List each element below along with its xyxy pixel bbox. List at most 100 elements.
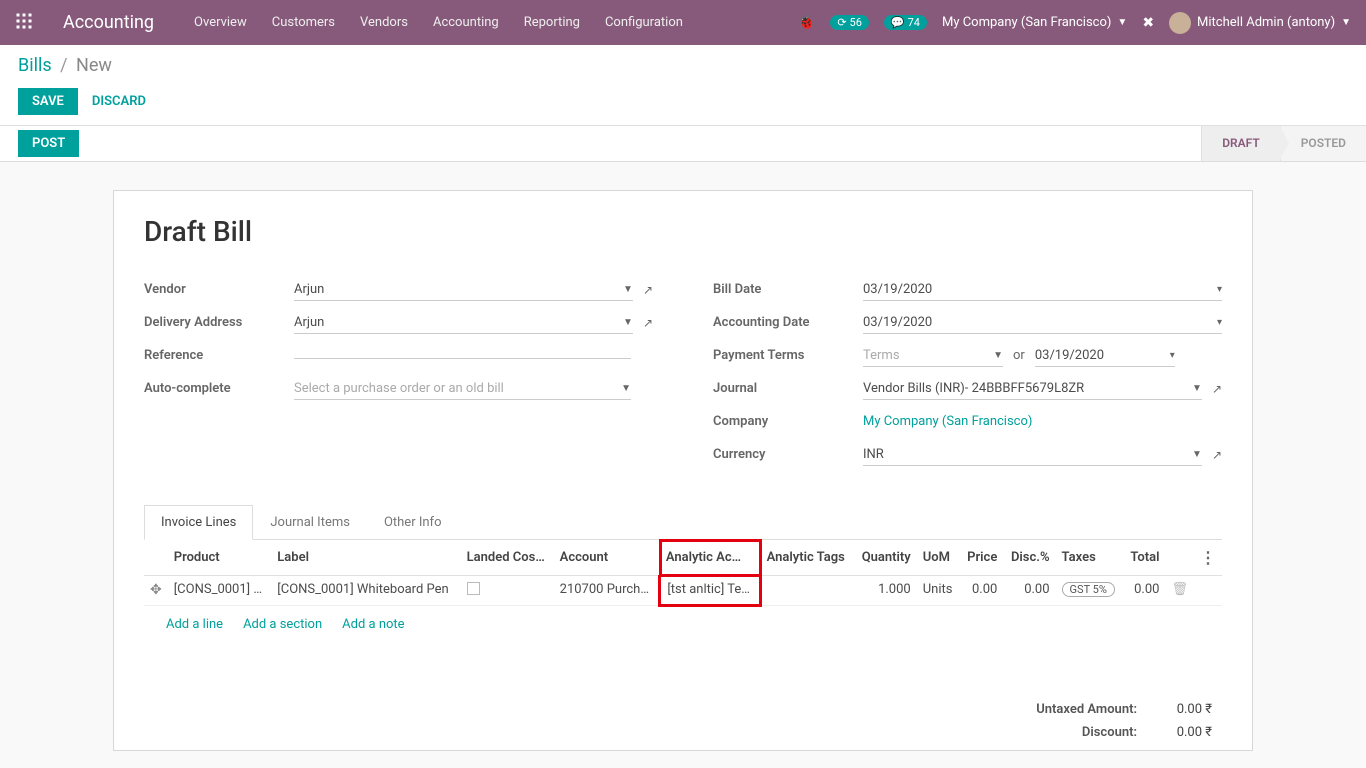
messages-badge[interactable]: 💬 74: [884, 15, 927, 30]
terms-field[interactable]: Terms ▼: [863, 345, 1003, 367]
due-date-field[interactable]: 03/19/2020 ▾: [1035, 345, 1175, 367]
cell-disc[interactable]: 0.00: [1003, 576, 1055, 606]
due-date-value: 03/19/2020: [1035, 348, 1104, 363]
tax-chip[interactable]: GST 5%: [1062, 582, 1115, 597]
breadcrumb-sep: /: [60, 55, 67, 76]
tab-journal-items[interactable]: Journal Items: [253, 505, 367, 540]
accounting-date-field[interactable]: 03/19/2020 ▾: [863, 312, 1222, 334]
th-uom[interactable]: UoM: [917, 540, 960, 576]
external-link-icon[interactable]: ↗: [1212, 448, 1222, 462]
main-nav: Overview Customers Vendors Accounting Re…: [194, 15, 683, 30]
status-draft[interactable]: DRAFT: [1201, 126, 1280, 161]
th-price[interactable]: Price: [960, 540, 1004, 576]
app-title[interactable]: Accounting: [63, 12, 154, 33]
th-analytic-account[interactable]: Analytic Ac…: [660, 540, 761, 576]
discount-label: Discount:: [1017, 725, 1137, 740]
apps-icon[interactable]: [15, 12, 33, 34]
add-section-link[interactable]: Add a section: [243, 617, 322, 632]
add-note-link[interactable]: Add a note: [342, 617, 404, 632]
topbar: Accounting Overview Customers Vendors Ac…: [0, 0, 1366, 45]
label-accounting-date: Accounting Date: [713, 315, 863, 330]
reference-field[interactable]: [294, 352, 631, 359]
autocomplete-field[interactable]: Select a purchase order or an old bill ▼: [294, 378, 631, 400]
trash-icon[interactable]: 🗑: [1171, 582, 1188, 597]
tools-icon[interactable]: ✖: [1142, 15, 1154, 31]
untaxed-label: Untaxed Amount:: [1017, 702, 1137, 717]
status-bar: POST DRAFT POSTED: [0, 126, 1366, 162]
cell-analytic-account[interactable]: [tst anltic] Te…: [660, 576, 761, 606]
cell-product[interactable]: [CONS_0001] …: [168, 576, 272, 606]
company-switcher[interactable]: My Company (San Francisco) ▼: [942, 15, 1127, 30]
form-col-left: Vendor Arjun ▼ ↗ Delivery Address Arjun …: [144, 276, 653, 474]
checkbox-landed[interactable]: [467, 582, 480, 595]
tab-invoice-lines[interactable]: Invoice Lines: [144, 505, 253, 540]
nav-overview[interactable]: Overview: [194, 15, 247, 30]
currency-field[interactable]: INR ▼: [863, 444, 1202, 466]
chevron-down-icon[interactable]: ▼: [993, 350, 1003, 361]
activity-badge[interactable]: ⟳ 56: [830, 15, 869, 30]
form-sheet: Draft Bill Vendor Arjun ▼ ↗ Delivery Add…: [113, 190, 1253, 751]
chevron-down-icon[interactable]: ▾: [1217, 317, 1222, 328]
cell-taxes[interactable]: GST 5%: [1056, 576, 1123, 606]
drag-handle-icon[interactable]: ✥: [150, 582, 162, 598]
journal-field[interactable]: Vendor Bills (INR)- 24BBBFF5679L8ZR ▼: [863, 378, 1202, 400]
save-button[interactable]: SAVE: [18, 88, 78, 115]
bug-icon[interactable]: 🐞: [798, 15, 815, 31]
nav-vendors[interactable]: Vendors: [360, 15, 408, 30]
kebab-icon[interactable]: ⋮: [1200, 548, 1216, 567]
post-button[interactable]: POST: [18, 130, 79, 157]
chevron-down-icon[interactable]: ▼: [1192, 449, 1202, 460]
cell-label[interactable]: [CONS_0001] Whiteboard Pen: [271, 576, 460, 606]
chevron-down-icon[interactable]: ▼: [621, 383, 631, 394]
cell-price[interactable]: 0.00: [960, 576, 1004, 606]
th-taxes[interactable]: Taxes: [1056, 540, 1123, 576]
th-analytic-tags[interactable]: Analytic Tags: [761, 540, 854, 576]
user-name: Mitchell Admin (antony): [1197, 15, 1335, 30]
chevron-down-icon[interactable]: ▼: [1192, 383, 1202, 394]
status-posted[interactable]: POSTED: [1280, 126, 1366, 161]
external-link-icon[interactable]: ↗: [1212, 382, 1222, 396]
cell-analytic-tags[interactable]: [761, 576, 854, 606]
chevron-down-icon[interactable]: ▾: [1217, 284, 1222, 295]
cell-quantity[interactable]: 1.000: [854, 576, 917, 606]
company-value[interactable]: My Company (San Francisco): [863, 414, 1032, 429]
chevron-down-icon[interactable]: ▼: [623, 317, 633, 328]
tabs: Invoice Lines Journal Items Other Info: [144, 504, 1222, 540]
th-landed[interactable]: Landed Cos…: [461, 540, 554, 576]
user-menu[interactable]: Mitchell Admin (antony) ▼: [1169, 12, 1351, 34]
nav-customers[interactable]: Customers: [272, 15, 335, 30]
cell-uom[interactable]: Units: [917, 576, 960, 606]
table-row[interactable]: ✥ [CONS_0001] … [CONS_0001] Whiteboard P…: [144, 576, 1222, 606]
chevron-down-icon: ▼: [1341, 17, 1351, 28]
th-quantity[interactable]: Quantity: [854, 540, 917, 576]
add-line-link[interactable]: Add a line: [166, 617, 223, 632]
label-company: Company: [713, 414, 863, 429]
th-total[interactable]: Total: [1123, 540, 1165, 576]
add-links: Add a line Add a section Add a note: [144, 607, 1222, 642]
chevron-down-icon[interactable]: ▾: [1170, 350, 1175, 361]
tab-other-info[interactable]: Other Info: [367, 505, 459, 540]
totals: Untaxed Amount: 0.00 ₹ Discount: 0.00 ₹: [144, 702, 1222, 740]
breadcrumb-root[interactable]: Bills: [18, 55, 52, 76]
discard-button[interactable]: DISCARD: [92, 94, 146, 109]
form-col-right: Bill Date 03/19/2020 ▾ Accounting Date 0…: [713, 276, 1222, 474]
vendor-field[interactable]: Arjun ▼: [294, 279, 633, 301]
nav-configuration[interactable]: Configuration: [605, 15, 683, 30]
nav-reporting[interactable]: Reporting: [524, 15, 580, 30]
cell-total[interactable]: 0.00: [1123, 576, 1165, 606]
bill-date-field[interactable]: 03/19/2020 ▾: [863, 279, 1222, 301]
th-disc[interactable]: Disc.%: [1003, 540, 1055, 576]
external-link-icon[interactable]: ↗: [643, 283, 653, 297]
accounting-date-value: 03/19/2020: [863, 315, 932, 330]
delivery-field[interactable]: Arjun ▼: [294, 312, 633, 334]
cell-landed[interactable]: [461, 576, 554, 606]
label-reference: Reference: [144, 348, 294, 363]
cell-account[interactable]: 210700 Purch…: [554, 576, 660, 606]
external-link-icon[interactable]: ↗: [643, 316, 653, 330]
discount-value: 0.00 ₹: [1162, 725, 1212, 740]
th-product[interactable]: Product: [168, 540, 272, 576]
nav-accounting[interactable]: Accounting: [433, 15, 499, 30]
th-label[interactable]: Label: [271, 540, 460, 576]
chevron-down-icon[interactable]: ▼: [623, 284, 633, 295]
th-account[interactable]: Account: [554, 540, 660, 576]
